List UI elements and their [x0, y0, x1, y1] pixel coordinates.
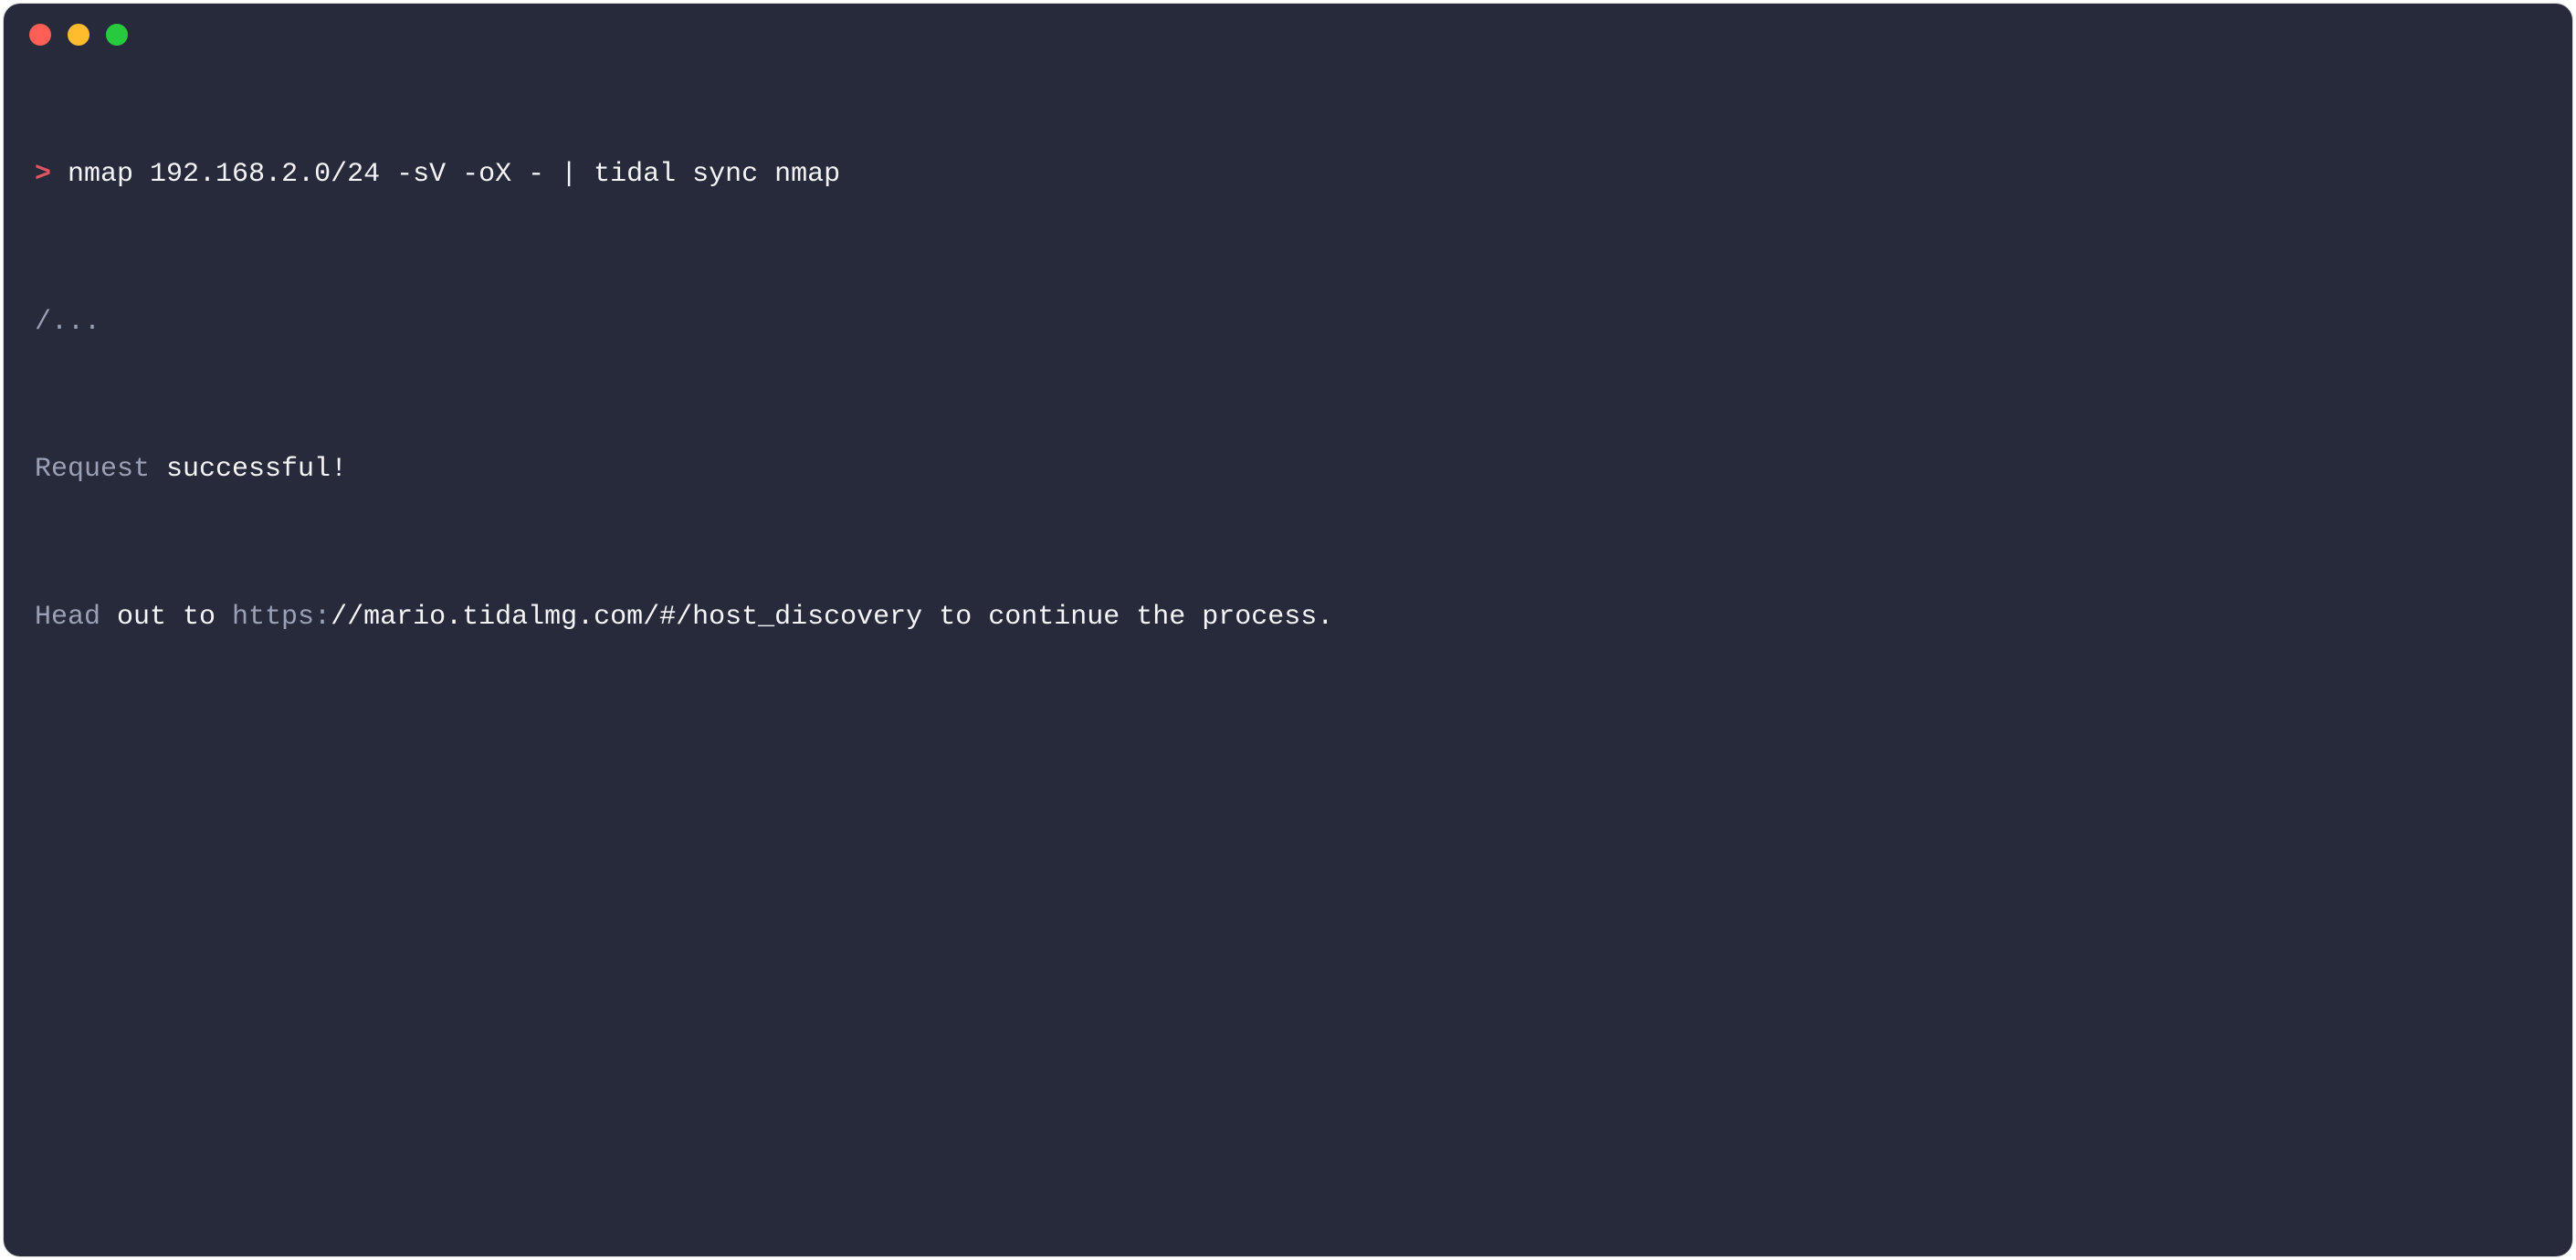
titlebar [4, 4, 2572, 55]
head-word: Head [35, 602, 100, 633]
zoom-icon[interactable] [106, 24, 128, 46]
minimize-icon[interactable] [68, 24, 89, 46]
ellipsis-text: /... [35, 307, 100, 338]
output-ellipsis: /... [35, 304, 2541, 341]
terminal-window: > nmap 192.168.2.0/24 -sV -oX - | tidal … [4, 4, 2572, 1256]
close-icon[interactable] [29, 24, 51, 46]
terminal-body: > nmap 192.168.2.0/24 -sV -oX - | tidal … [4, 55, 2572, 746]
url-rest: //mario.tidalmg.com/#/host_discovery [331, 602, 922, 633]
out-to-text: out to [100, 602, 232, 633]
output-request-line: Request successful! [35, 451, 2541, 488]
url-scheme: https: [232, 602, 331, 633]
prompt-line: > nmap 192.168.2.0/24 -sV -oX - | tidal … [35, 156, 2541, 194]
continue-text: to continue the process. [922, 602, 1333, 633]
output-head-line: Head out to https://mario.tidalmg.com/#/… [35, 599, 2541, 636]
command-text: nmap 192.168.2.0/24 -sV -oX - | tidal sy… [68, 159, 840, 190]
request-word: Request [35, 454, 150, 485]
successful-text: successful! [150, 454, 347, 485]
prompt-symbol: > [35, 159, 51, 190]
